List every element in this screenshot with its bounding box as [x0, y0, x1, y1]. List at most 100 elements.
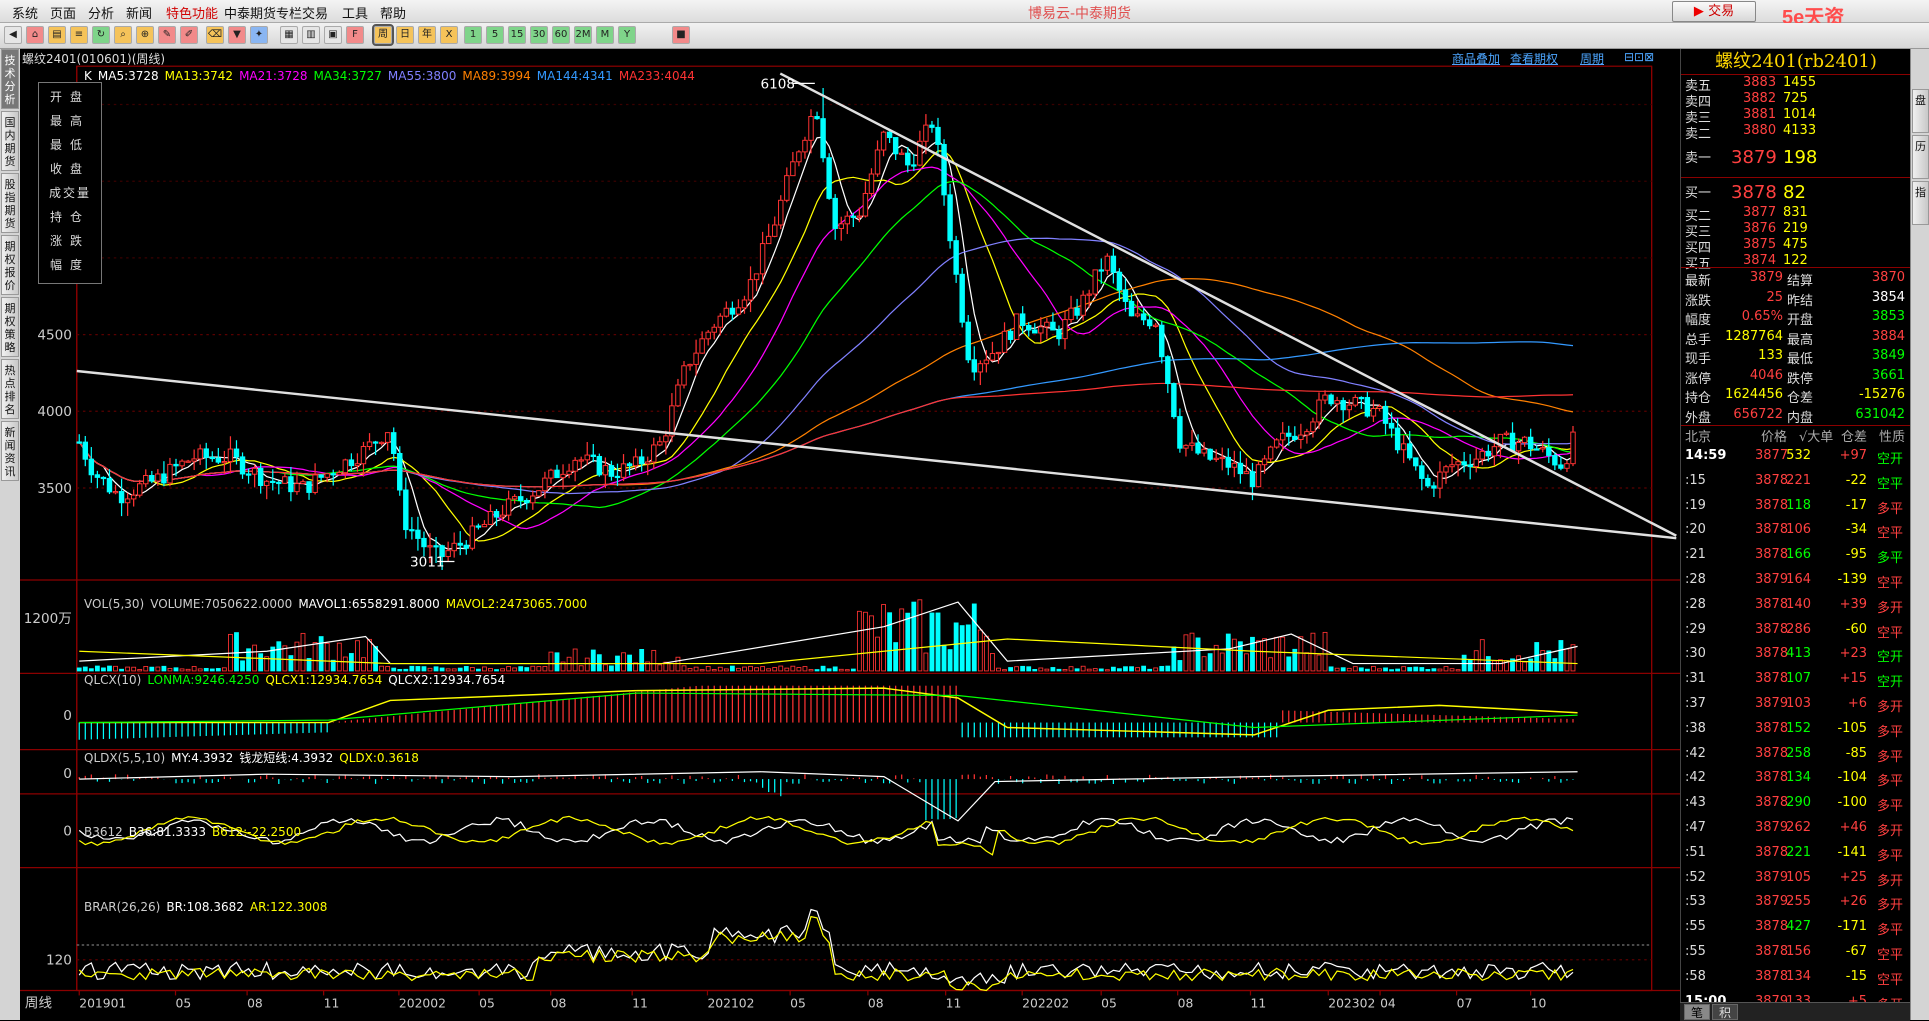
- tick-volume: 106: [1786, 522, 1811, 538]
- period-1m-button[interactable]: 1: [464, 26, 482, 44]
- sell-row[interactable]: 卖二 3880 4133: [1681, 123, 1911, 142]
- tick-row[interactable]: :20 3878 106 -34 空平: [1681, 520, 1911, 542]
- list-icon[interactable]: ≡: [70, 26, 88, 44]
- tick-row[interactable]: :55 3878 156 -67 空平: [1681, 942, 1911, 964]
- buy-row[interactable]: 买一 3878 82: [1681, 182, 1911, 203]
- candle-body: [759, 243, 766, 275]
- tick-row[interactable]: :30 3878 413 +23 空开: [1681, 644, 1911, 666]
- right-tab-3[interactable]: 指: [1912, 181, 1929, 225]
- draw-icon[interactable]: ✎: [158, 26, 176, 44]
- left-tab-index-futures[interactable]: 股指期货: [1, 173, 19, 233]
- open-icon[interactable]: ▤: [48, 26, 66, 44]
- pen-icon[interactable]: ✐: [180, 26, 198, 44]
- trade-button[interactable]: ▶ 交易: [1672, 1, 1756, 22]
- left-tab-technical[interactable]: 技术分析: [1, 49, 19, 109]
- refresh-icon[interactable]: ↻: [92, 26, 110, 44]
- stop-icon[interactable]: ■: [672, 26, 690, 44]
- sell-row[interactable]: 卖一 3879 198: [1681, 147, 1911, 168]
- volume-bar: [917, 599, 923, 672]
- period-30m-button[interactable]: 30: [530, 26, 548, 44]
- tick-row[interactable]: :52 3879 105 +25 多开: [1681, 868, 1911, 890]
- tick-row[interactable]: :28 3879 164 -139 空平: [1681, 570, 1911, 592]
- volume-bar: [403, 668, 409, 672]
- period-2m-button[interactable]: 2M: [574, 26, 592, 44]
- period-year-button[interactable]: 年: [418, 26, 436, 44]
- tick-nature: 空开: [1877, 675, 1904, 691]
- candle-body: [977, 363, 984, 373]
- left-tab-domestic-futures[interactable]: 国内期货: [1, 111, 19, 171]
- window-controls-icon[interactable]: ⊟⊡⊠: [1624, 50, 1654, 64]
- tick-row[interactable]: :51 3878 221 -141 多平: [1681, 843, 1911, 865]
- split-icon[interactable]: ▥: [302, 26, 320, 44]
- view-options-link[interactable]: 查看期权: [1510, 50, 1558, 67]
- left-tab-options-strategy[interactable]: 期权策略: [1, 297, 19, 357]
- tool-icon[interactable]: ✦: [250, 26, 268, 44]
- tick-row[interactable]: :21 3878 166 -95 多平: [1681, 545, 1911, 567]
- menu-help[interactable]: 帮助: [380, 3, 406, 22]
- menu-analysis[interactable]: 分析: [88, 3, 114, 22]
- menu-features[interactable]: 特色功能: [166, 3, 218, 22]
- erase-icon[interactable]: ⌫: [206, 26, 224, 44]
- left-tab-news[interactable]: 新闻资讯: [1, 421, 19, 481]
- menu-page[interactable]: 页面: [50, 3, 76, 22]
- chart-area[interactable]: 4500 4000 3500 1200万 0 0 0 120 周线 201901 05 08 11 202…: [20, 49, 1680, 1020]
- tick-row[interactable]: :58 3878 134 -15 空平: [1681, 967, 1911, 989]
- tab-accum[interactable]: 积: [1712, 1004, 1738, 1020]
- stat-value: 3854: [1871, 289, 1905, 305]
- f10-icon[interactable]: F: [346, 26, 364, 44]
- tick-row[interactable]: :38 3878 152 -105 多平: [1681, 719, 1911, 741]
- period-day-button[interactable]: 日: [396, 26, 414, 44]
- left-tab-hot-rank[interactable]: 热点排名: [1, 359, 19, 419]
- monitor-icon[interactable]: ▣: [324, 26, 342, 44]
- tick-row[interactable]: 14:59 3877 532 +97 空开: [1681, 446, 1911, 468]
- candle-body: [790, 161, 796, 177]
- tick-row[interactable]: :55 3878 427 -171 多平: [1681, 917, 1911, 939]
- menu-news[interactable]: 新闻: [126, 3, 152, 22]
- brush-icon[interactable]: ▼: [228, 26, 246, 44]
- tick-row[interactable]: :29 3878 286 -60 空平: [1681, 620, 1911, 642]
- chart-canvas[interactable]: 4500 4000 3500 1200万 0 0 0 120 周线 201901 05 08 11 202…: [20, 49, 1680, 1020]
- volume-bar: [1371, 665, 1376, 672]
- candle-body: [1485, 450, 1492, 457]
- stat-value: 133: [1758, 348, 1783, 363]
- grid-icon[interactable]: ▦: [280, 26, 298, 44]
- tick-volume: 286: [1786, 621, 1811, 637]
- menu-tools[interactable]: 工具: [342, 3, 368, 22]
- period-x-button[interactable]: X: [440, 26, 458, 44]
- menu-trade[interactable]: 交易: [302, 3, 328, 22]
- tick-volume: 166: [1786, 547, 1811, 563]
- stat-label: 总手: [1685, 332, 1712, 348]
- candle-body: [947, 194, 953, 242]
- right-tab-2[interactable]: 历: [1912, 135, 1929, 179]
- tick-row[interactable]: :47 3879 262 +46 多开: [1681, 818, 1911, 840]
- period-month-button[interactable]: M: [596, 26, 614, 44]
- tick-row[interactable]: :37 3879 103 +6 多开: [1681, 694, 1911, 716]
- tick-row[interactable]: :42 3878 258 -85 多平: [1681, 744, 1911, 766]
- tab-ticks[interactable]: 笔: [1684, 1004, 1710, 1020]
- left-tab-options-quote[interactable]: 期权报价: [1, 235, 19, 295]
- candle-body: [608, 465, 615, 477]
- tick-row[interactable]: :31 3878 107 +15 空开: [1681, 669, 1911, 691]
- menu-system[interactable]: 系统: [12, 3, 38, 22]
- period-5m-button[interactable]: 5: [486, 26, 504, 44]
- commodity-overlay-link[interactable]: 商品叠加: [1452, 50, 1500, 67]
- tick-row[interactable]: :42 3878 134 -104 多平: [1681, 768, 1911, 790]
- period-60m-button[interactable]: 60: [552, 26, 570, 44]
- tick-row[interactable]: :43 3878 290 -100 多平: [1681, 793, 1911, 815]
- tick-row[interactable]: :19 3878 118 -17 多平: [1681, 496, 1911, 518]
- period-link[interactable]: 周期: [1580, 50, 1604, 67]
- xaxis-label: 11: [1250, 997, 1266, 1011]
- tick-row[interactable]: :28 3878 140 +39 多开: [1681, 595, 1911, 617]
- period-15m-button[interactable]: 15: [508, 26, 526, 44]
- period-week-button[interactable]: 周: [372, 24, 394, 46]
- back-icon[interactable]: ◀: [4, 26, 22, 44]
- tick-row[interactable]: :15 3878 221 -22 空平: [1681, 471, 1911, 493]
- tick-nature: 多平: [1877, 774, 1904, 790]
- period-y-button[interactable]: Y: [618, 26, 636, 44]
- search-icon[interactable]: ⌕: [114, 26, 132, 44]
- home-icon[interactable]: ⌂: [26, 26, 44, 44]
- zoom-icon[interactable]: ⊕: [136, 26, 154, 44]
- menu-zhongtai-column[interactable]: 中泰期货专栏: [224, 3, 302, 22]
- tick-row[interactable]: :53 3879 255 +26 多开: [1681, 892, 1911, 914]
- right-tab-1[interactable]: 盘: [1912, 89, 1929, 133]
